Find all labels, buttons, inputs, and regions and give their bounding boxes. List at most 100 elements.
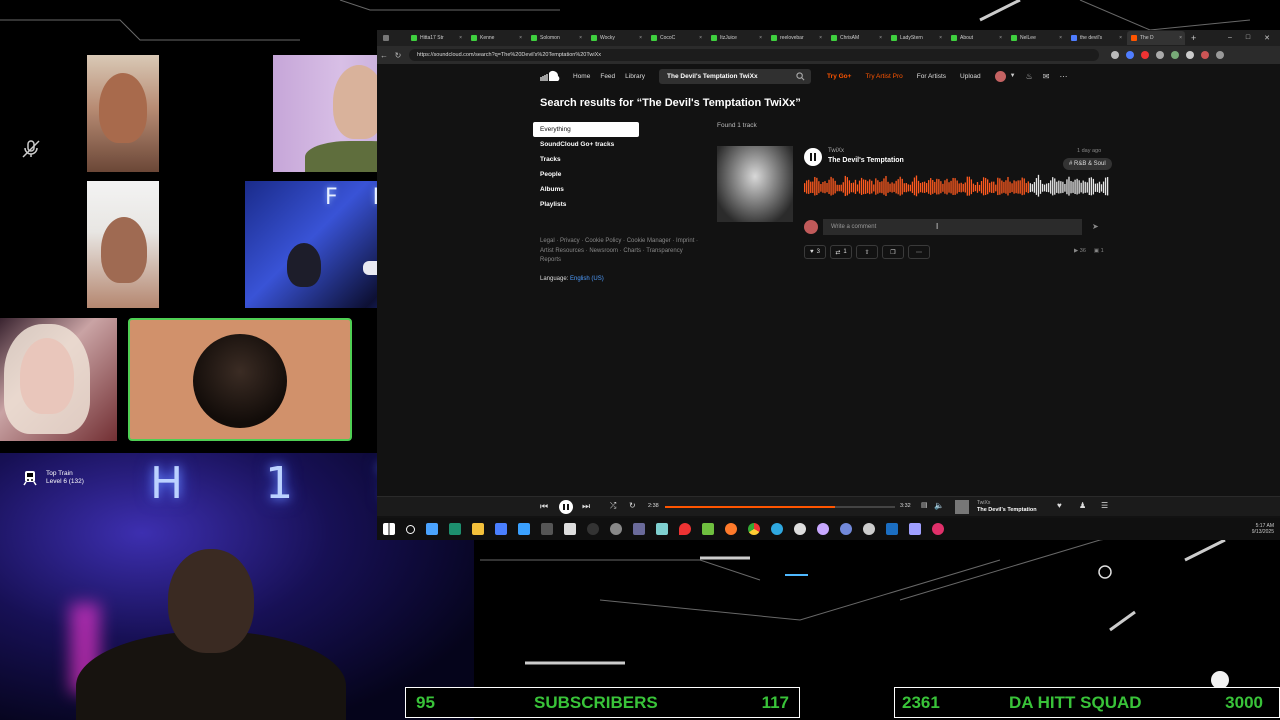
app-icon[interactable] bbox=[863, 523, 875, 535]
chevron-down-icon[interactable]: ▼ bbox=[1010, 73, 1016, 79]
comment-input[interactable]: Write a comment bbox=[823, 219, 1082, 235]
soundcloud-logo[interactable] bbox=[539, 70, 563, 82]
try-go-plus-link[interactable]: Try Go+ bbox=[827, 73, 851, 80]
footer-links[interactable]: Legal · Privacy · Cookie Policy · Cookie… bbox=[540, 237, 700, 266]
browser-tab[interactable]: NelLee × bbox=[1007, 31, 1065, 45]
bookmark-icon[interactable] bbox=[1126, 51, 1134, 59]
app-icon[interactable] bbox=[909, 523, 921, 535]
tab-close-icon[interactable]: × bbox=[819, 35, 822, 41]
language-selector[interactable]: Language: English (US) bbox=[540, 276, 604, 282]
browser-tab[interactable]: Wocky × bbox=[587, 31, 645, 45]
menu-icon[interactable] bbox=[1216, 51, 1224, 59]
genre-tag[interactable]: # R&B & Soul bbox=[1063, 158, 1112, 170]
filter-people[interactable]: People bbox=[533, 167, 639, 182]
tab-close-icon[interactable]: × bbox=[459, 35, 462, 41]
language-value[interactable]: English (US) bbox=[570, 276, 604, 282]
share-button[interactable]: ⇧ bbox=[856, 245, 878, 259]
upload-link[interactable]: Upload bbox=[960, 73, 981, 80]
windows-start-icon[interactable] bbox=[383, 523, 395, 535]
app-icon[interactable] bbox=[564, 523, 576, 535]
nav-home[interactable]: Home bbox=[573, 73, 590, 80]
try-artist-pro-link[interactable]: Try Artist Pro bbox=[865, 73, 902, 80]
track-artwork[interactable] bbox=[717, 146, 793, 222]
shuffle-icon[interactable]: ⤮ bbox=[610, 501, 616, 511]
now-playing-title[interactable]: The Devil's Temptation bbox=[977, 507, 1037, 513]
obs-icon[interactable] bbox=[587, 523, 599, 535]
browser-tab[interactable]: About × bbox=[947, 31, 1005, 45]
steam-icon[interactable] bbox=[886, 523, 898, 535]
nav-feed[interactable]: Feed bbox=[600, 73, 615, 80]
extension-icon[interactable] bbox=[1111, 51, 1119, 59]
tab-close-icon[interactable]: × bbox=[1059, 35, 1062, 41]
volume-icon[interactable]: 🔈 bbox=[934, 501, 944, 510]
browser-tab[interactable]: CocoC × bbox=[647, 31, 705, 45]
app-icon[interactable] bbox=[426, 523, 438, 535]
next-icon[interactable]: ⏭ bbox=[582, 501, 590, 512]
send-icon[interactable]: ➤ bbox=[1092, 222, 1099, 231]
app-icon[interactable] bbox=[656, 523, 668, 535]
app-icon[interactable] bbox=[518, 523, 530, 535]
tab-close-icon[interactable]: × bbox=[759, 35, 762, 41]
extension-icon[interactable] bbox=[1141, 51, 1149, 59]
tab-close-icon[interactable]: × bbox=[1179, 35, 1182, 41]
track-artist[interactable]: TwiXx bbox=[828, 148, 844, 154]
search-input[interactable]: The Devil's Temptation TwiXx bbox=[659, 68, 812, 84]
close-icon[interactable]: ✕ bbox=[1264, 34, 1270, 42]
browser-tab[interactable]: Solomon × bbox=[527, 31, 585, 45]
search-icon[interactable] bbox=[406, 524, 415, 534]
nvidia-icon[interactable] bbox=[702, 523, 714, 535]
filter-playlists[interactable]: Playlists bbox=[533, 197, 639, 212]
url-field[interactable]: https://soundcloud.com/search?q=The%20De… bbox=[409, 49, 1099, 61]
search-icon[interactable] bbox=[796, 71, 805, 81]
firefox-icon[interactable] bbox=[725, 523, 737, 535]
tab-close-icon[interactable]: × bbox=[939, 35, 942, 41]
maximize-icon[interactable]: □ bbox=[1246, 34, 1250, 42]
filter-everything[interactable]: Everything bbox=[533, 122, 639, 137]
mail-icon[interactable]: ✉ bbox=[1043, 72, 1050, 81]
filter-soundcloud-go-tracks[interactable]: SoundCloud Go+ tracks bbox=[533, 137, 639, 152]
playlist-icon[interactable]: ☰ bbox=[1101, 501, 1108, 510]
browser-tab[interactable]: reelovebar × bbox=[767, 31, 825, 45]
app-icon[interactable] bbox=[817, 523, 829, 535]
pause-button[interactable] bbox=[804, 148, 822, 166]
app-icon[interactable] bbox=[541, 523, 553, 535]
browser-tab[interactable]: LadyStern × bbox=[887, 31, 945, 45]
previous-icon[interactable]: ⏮ bbox=[540, 501, 548, 512]
app-icon[interactable] bbox=[932, 523, 944, 535]
extension-icon[interactable] bbox=[1156, 51, 1164, 59]
discord-icon[interactable] bbox=[840, 523, 852, 535]
filter-albums[interactable]: Albums bbox=[533, 182, 639, 197]
track-waveform[interactable] bbox=[804, 173, 1109, 205]
refresh-icon[interactable]: ↻ bbox=[391, 51, 405, 60]
map-pin-icon[interactable] bbox=[679, 523, 691, 535]
nav-library[interactable]: Library bbox=[625, 73, 645, 80]
more-icon[interactable]: ⋯ bbox=[1059, 72, 1067, 81]
now-playing-artwork[interactable] bbox=[955, 500, 969, 514]
now-playing-artist[interactable]: TwiXx bbox=[977, 500, 990, 506]
system-clock[interactable]: 5:17 AM 9/13/2025 bbox=[1252, 523, 1274, 535]
follow-icon[interactable]: ♟ bbox=[1079, 501, 1086, 510]
queue-icon[interactable]: ▤ bbox=[921, 501, 928, 509]
tab-close-icon[interactable]: × bbox=[639, 35, 642, 41]
like-button[interactable]: ♥ 3 bbox=[804, 245, 826, 259]
tab-close-icon[interactable]: × bbox=[699, 35, 702, 41]
bell-icon[interactable]: ♨ bbox=[1026, 72, 1033, 81]
for-artists-link[interactable]: For Artists bbox=[917, 73, 946, 80]
browser-tab[interactable]: Hitta17 Str × bbox=[407, 31, 465, 45]
tab-close-icon[interactable]: × bbox=[999, 35, 1002, 41]
chrome-icon[interactable] bbox=[748, 523, 760, 535]
user-avatar[interactable] bbox=[994, 70, 1006, 82]
repeat-icon[interactable]: ↻ bbox=[629, 501, 636, 510]
heart-icon[interactable]: ♥ bbox=[1057, 501, 1062, 510]
progress-bar[interactable] bbox=[665, 506, 895, 508]
app-icon[interactable] bbox=[610, 523, 622, 535]
new-tab-button[interactable]: + bbox=[1191, 33, 1196, 43]
folder-icon[interactable] bbox=[472, 523, 484, 535]
app-icon[interactable] bbox=[449, 523, 461, 535]
profile-icon[interactable] bbox=[1201, 51, 1209, 59]
browser-menu[interactable] bbox=[379, 31, 405, 45]
extension-icon[interactable] bbox=[1171, 51, 1179, 59]
tab-close-icon[interactable]: × bbox=[879, 35, 882, 41]
browser-tab[interactable]: the devil's × bbox=[1067, 31, 1125, 45]
minimize-icon[interactable]: – bbox=[1228, 34, 1232, 42]
